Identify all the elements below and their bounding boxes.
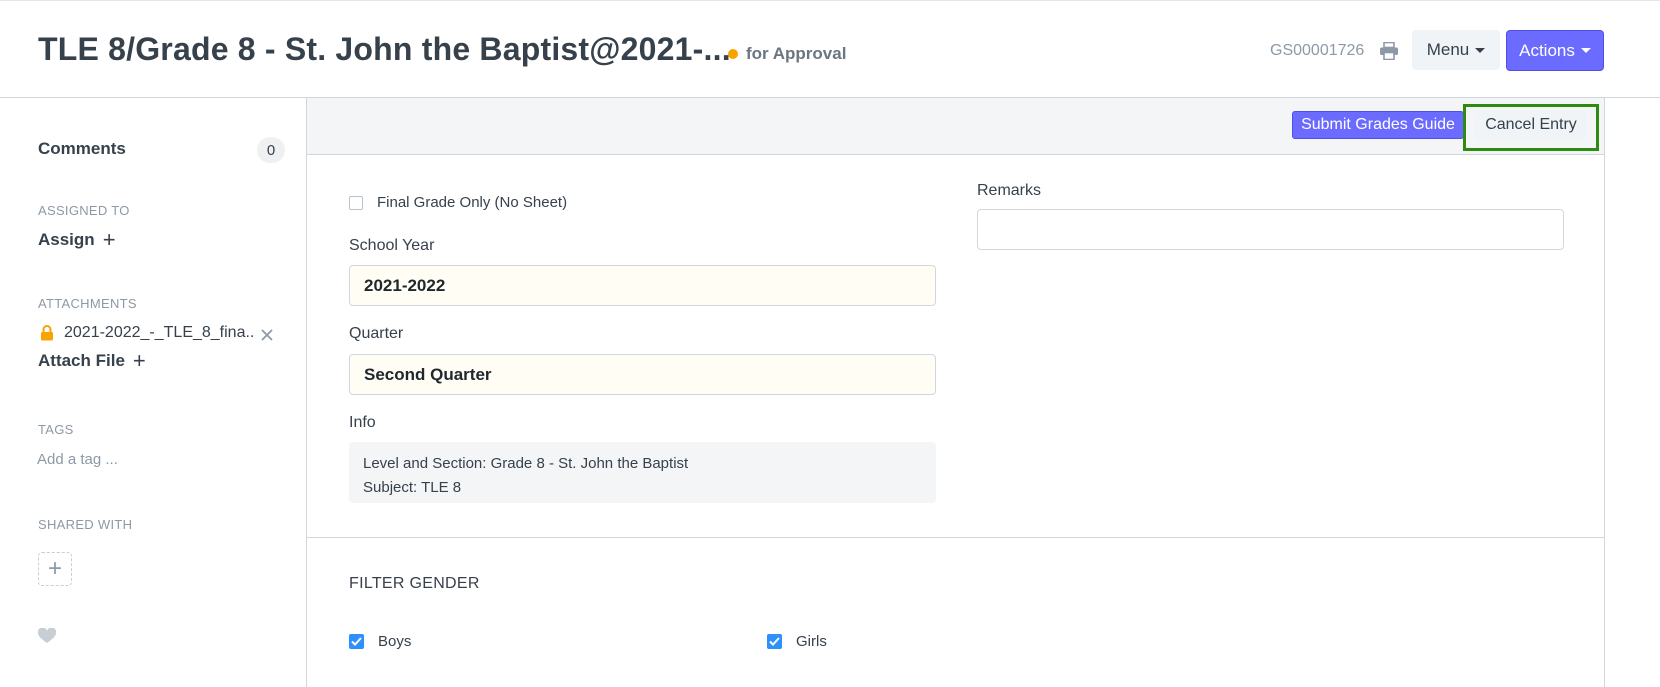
add-share-button[interactable]: + (38, 552, 72, 586)
comments-label[interactable]: Comments (38, 139, 126, 159)
form-toolbar: Submit Grades Guide Cancel Entry (307, 98, 1604, 155)
document-id: GS00001726 (1270, 42, 1365, 59)
shared-with-title: SHARED WITH (38, 517, 133, 532)
remarks-label: Remarks (977, 182, 1042, 199)
page-header: TLE 8/Grade 8 - St. John the Baptist@202… (0, 1, 1660, 98)
final-grade-only-label: Final Grade Only (No Sheet) (377, 194, 568, 211)
checkmark-icon (769, 637, 780, 646)
section-divider (307, 537, 1604, 538)
quarter-label: Quarter (349, 325, 404, 342)
boys-checkbox-row: Boys (349, 633, 411, 650)
menu-button[interactable]: Menu (1412, 30, 1500, 70)
girls-checkbox-row: Girls (767, 633, 827, 650)
chevron-down-icon (1475, 47, 1486, 53)
status-text: for Approval (746, 44, 847, 63)
info-box: Level and Section: Grade 8 - St. John th… (349, 442, 936, 503)
actions-button[interactable]: Actions (1506, 30, 1604, 71)
assign-label: Assign (38, 230, 95, 249)
close-icon[interactable] (260, 328, 274, 342)
submit-grades-guide-button[interactable]: Submit Grades Guide (1292, 111, 1464, 139)
plus-icon: + (102, 227, 116, 252)
final-grade-only-checkbox[interactable] (349, 195, 363, 210)
boys-label: Boys (378, 633, 412, 650)
attach-file-button[interactable]: Attach File + (38, 350, 146, 372)
main-right-border (1604, 98, 1605, 687)
chevron-down-icon (1580, 48, 1591, 53)
comments-count-badge: 0 (257, 137, 285, 163)
school-year-label: School Year (349, 237, 435, 254)
actions-button-label: Actions (1519, 40, 1575, 60)
add-tag-input[interactable]: Add a tag ... (37, 451, 118, 468)
attachments-title: ATTACHMENTS (38, 296, 137, 311)
filter-gender-title: FILTER GENDER (349, 575, 480, 592)
menu-button-label: Menu (1426, 40, 1470, 59)
checkmark-icon (351, 637, 362, 646)
school-year-field[interactable]: 2021-2022 (349, 265, 936, 306)
assign-button[interactable]: Assign + (38, 229, 116, 251)
attachment-link[interactable]: 2021-2022_-_TLE_8_fina... (64, 324, 254, 342)
heart-icon[interactable] (38, 628, 56, 644)
plus-icon: + (132, 348, 146, 373)
sidebar: Comments 0 ASSIGNED TO Assign + ATTACHME… (0, 98, 306, 687)
info-label: Info (349, 414, 376, 431)
lock-icon (41, 325, 53, 341)
tags-title: TAGS (38, 422, 74, 437)
girls-label: Girls (796, 633, 827, 650)
remarks-field[interactable] (977, 209, 1564, 250)
boys-checkbox[interactable] (349, 634, 364, 649)
girls-checkbox[interactable] (767, 634, 782, 649)
status-indicator: for Approval (728, 44, 846, 64)
main-form: Submit Grades Guide Cancel Entry Final G… (307, 98, 1605, 687)
cancel-entry-button[interactable]: Cancel Entry (1475, 111, 1587, 139)
info-level-section: Level and Section: Grade 8 - St. John th… (363, 455, 689, 472)
plus-icon: + (47, 555, 62, 582)
status-dot-icon (728, 49, 738, 59)
page-title: TLE 8/Grade 8 - St. John the Baptist@202… (38, 31, 731, 67)
attachment-item: 2021-2022_-_TLE_8_fina... (40, 324, 290, 342)
quarter-field[interactable]: Second Quarter (349, 354, 936, 395)
final-grade-only-checkbox-row: Final Grade Only (No Sheet) (349, 194, 567, 211)
attach-file-label: Attach File (38, 351, 125, 370)
info-subject: Subject: TLE 8 (363, 479, 462, 496)
assigned-to-title: ASSIGNED TO (38, 203, 130, 218)
printer-icon[interactable] (1379, 42, 1399, 60)
